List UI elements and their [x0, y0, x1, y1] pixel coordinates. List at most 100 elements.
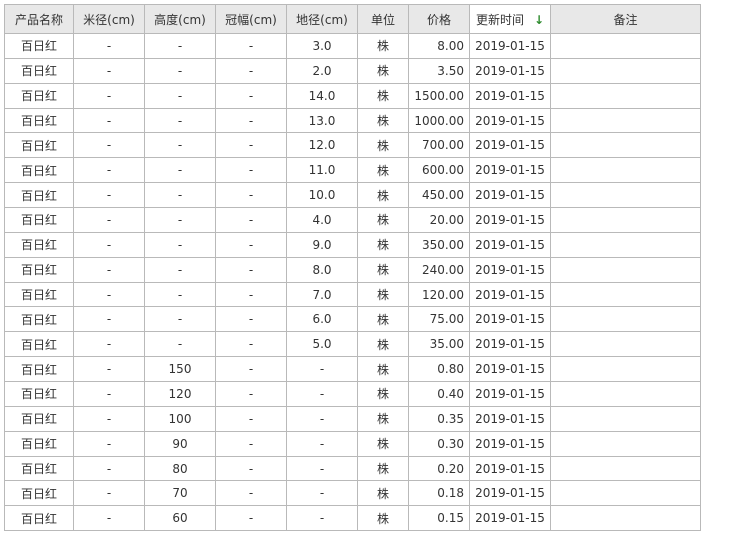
table-row: 百日红 -90- - 株 0.30 2019-01-15	[4, 430, 701, 457]
crown-width-cell: -	[215, 82, 287, 109]
ground-diameter-cell: 7.0	[286, 281, 358, 308]
rice-diameter-cell: -	[73, 33, 145, 59]
remarks-cell	[550, 281, 701, 308]
ground-diameter-cell: -	[286, 430, 358, 457]
update-time-cell: 2019-01-15	[469, 207, 551, 233]
unit-cell: 株	[357, 82, 409, 109]
col-header-rice-diameter[interactable]: 米径(cm)	[73, 4, 145, 34]
ground-diameter-cell: 3.0	[286, 33, 358, 59]
price-cell: 1500.00	[408, 82, 470, 109]
table-row: 百日红 -150- - 株 0.80 2019-01-15	[4, 356, 701, 383]
crown-width-cell: -	[215, 33, 287, 59]
product-name-cell: 百日红	[4, 331, 74, 358]
remarks-cell	[550, 405, 701, 432]
remarks-cell	[550, 331, 701, 358]
unit-cell: 株	[357, 455, 409, 482]
col-header-update-time-label: 更新时间	[475, 12, 524, 27]
col-header-unit[interactable]: 单位	[357, 4, 409, 34]
crown-width-cell: -	[215, 405, 287, 432]
col-header-crown-width[interactable]: 冠幅(cm)	[215, 4, 287, 34]
price-cell: 700.00	[408, 132, 470, 159]
rice-diameter-cell: -	[73, 82, 145, 109]
rice-diameter-cell: -	[73, 157, 145, 184]
unit-cell: 株	[357, 256, 409, 283]
remarks-cell	[550, 132, 701, 159]
price-cell: 0.35	[408, 405, 470, 432]
price-cell: 120.00	[408, 281, 470, 308]
ground-diameter-cell: 5.0	[286, 331, 358, 358]
rice-diameter-cell: -	[73, 455, 145, 482]
rice-diameter-cell: -	[73, 331, 145, 358]
unit-cell: 株	[357, 430, 409, 457]
price-cell: 0.30	[408, 430, 470, 457]
unit-cell: 株	[357, 57, 409, 84]
crown-width-cell: -	[215, 306, 287, 333]
height-cell: -	[144, 182, 216, 209]
crown-width-cell: -	[215, 505, 287, 532]
unit-cell: 株	[357, 306, 409, 333]
unit-cell: 株	[357, 157, 409, 184]
unit-cell: 株	[357, 405, 409, 432]
table-row: 百日红 - - -12.0 株 700.00 2019-01-15	[4, 132, 701, 159]
table-row: 百日红 -100- - 株 0.35 2019-01-15	[4, 405, 701, 432]
update-time-cell: 2019-01-15	[469, 57, 551, 84]
update-time-cell: 2019-01-15	[469, 505, 551, 532]
update-time-cell: 2019-01-15	[469, 306, 551, 333]
height-cell: 100	[144, 405, 216, 432]
crown-width-cell: -	[215, 331, 287, 358]
rice-diameter-cell: -	[73, 281, 145, 308]
table-row: 百日红 - - -6.0 株 75.00 2019-01-15	[4, 306, 701, 333]
unit-cell: 株	[357, 231, 409, 258]
rice-diameter-cell: -	[73, 231, 145, 258]
product-name-cell: 百日红	[4, 207, 74, 233]
table-row: 百日红 -120- - 株 0.40 2019-01-15	[4, 381, 701, 407]
crown-width-cell: -	[215, 480, 287, 507]
sort-down-arrow-icon[interactable]: ↓	[534, 13, 544, 27]
product-name-cell: 百日红	[4, 480, 74, 507]
remarks-cell	[550, 306, 701, 333]
height-cell: -	[144, 82, 216, 109]
col-header-update-time[interactable]: 更新时间 ↓	[469, 4, 551, 34]
price-table: 产品名称 米径(cm) 高度(cm) 冠幅(cm) 地径(cm) 单位 价格 更…	[4, 4, 701, 532]
rice-diameter-cell: -	[73, 132, 145, 159]
update-time-cell: 2019-01-15	[469, 107, 551, 134]
height-cell: 90	[144, 430, 216, 457]
price-cell: 0.20	[408, 455, 470, 482]
rice-diameter-cell: -	[73, 381, 145, 407]
product-name-cell: 百日红	[4, 505, 74, 532]
ground-diameter-cell: 2.0	[286, 57, 358, 84]
height-cell: 60	[144, 505, 216, 532]
col-header-product-name[interactable]: 产品名称	[4, 4, 74, 34]
remarks-cell	[550, 480, 701, 507]
price-cell: 0.80	[408, 356, 470, 383]
price-cell: 0.18	[408, 480, 470, 507]
table-row: 百日红 - - -4.0 株 20.00 2019-01-15	[4, 207, 701, 233]
ground-diameter-cell: 11.0	[286, 157, 358, 184]
rice-diameter-cell: -	[73, 430, 145, 457]
price-cell: 75.00	[408, 306, 470, 333]
height-cell: 80	[144, 455, 216, 482]
unit-cell: 株	[357, 107, 409, 134]
col-header-ground-diameter[interactable]: 地径(cm)	[286, 4, 358, 34]
ground-diameter-cell: -	[286, 505, 358, 532]
remarks-cell	[550, 356, 701, 383]
remarks-cell	[550, 505, 701, 532]
col-header-remarks[interactable]: 备注	[550, 4, 701, 34]
update-time-cell: 2019-01-15	[469, 281, 551, 308]
unit-cell: 株	[357, 381, 409, 407]
col-header-price[interactable]: 价格	[408, 4, 470, 34]
product-name-cell: 百日红	[4, 182, 74, 209]
ground-diameter-cell: 12.0	[286, 132, 358, 159]
table-row: 百日红 -60- - 株 0.15 2019-01-15	[4, 505, 701, 532]
col-header-height[interactable]: 高度(cm)	[144, 4, 216, 34]
header-row: 产品名称 米径(cm) 高度(cm) 冠幅(cm) 地径(cm) 单位 价格 更…	[4, 4, 701, 34]
remarks-cell	[550, 82, 701, 109]
update-time-cell: 2019-01-15	[469, 157, 551, 184]
table-row: 百日红 - - -9.0 株 350.00 2019-01-15	[4, 231, 701, 258]
ground-diameter-cell: 9.0	[286, 231, 358, 258]
rice-diameter-cell: -	[73, 356, 145, 383]
product-name-cell: 百日红	[4, 231, 74, 258]
rice-diameter-cell: -	[73, 306, 145, 333]
table-row: 百日红 - - -3.0 株 8.00 2019-01-15	[4, 33, 701, 59]
update-time-cell: 2019-01-15	[469, 82, 551, 109]
